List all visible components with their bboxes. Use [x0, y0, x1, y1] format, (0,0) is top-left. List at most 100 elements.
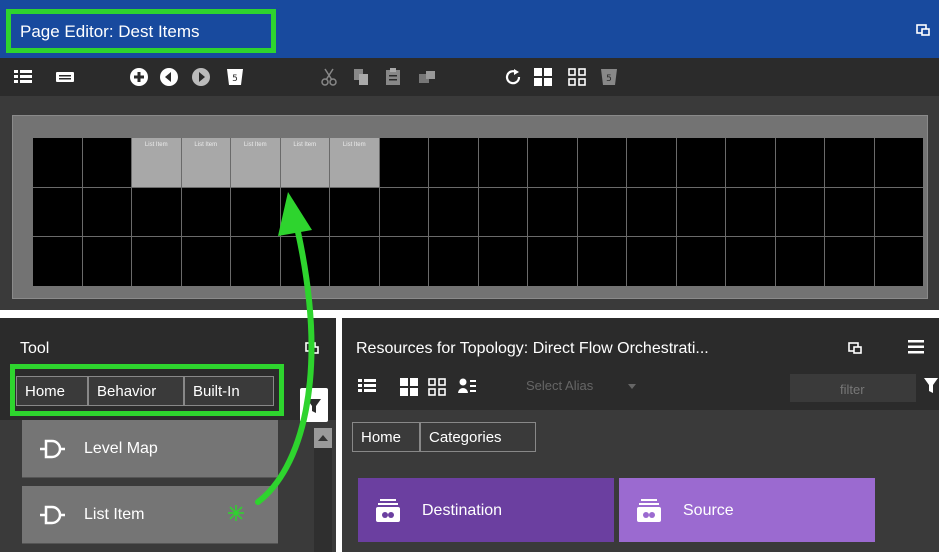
grid-cell[interactable]	[330, 237, 379, 286]
grid-cell[interactable]	[676, 237, 725, 286]
tool-panel: Tool Home Behavior Built-In Level Map Li…	[0, 318, 336, 552]
grid-cell[interactable]	[33, 237, 82, 286]
grid-cell[interactable]	[577, 187, 626, 237]
menu-icon[interactable]	[908, 340, 924, 354]
grid-cell[interactable]	[676, 138, 725, 187]
grid-cell[interactable]	[82, 187, 131, 237]
grid-cell[interactable]	[429, 237, 478, 286]
grid-cell[interactable]	[825, 237, 874, 286]
grid-cell[interactable]	[627, 187, 676, 237]
grid-outline-icon[interactable]	[564, 58, 590, 96]
filter-icon	[307, 399, 321, 413]
grid-cell[interactable]	[280, 237, 329, 286]
grid-outline-icon[interactable]	[428, 378, 446, 396]
grid-cell[interactable]	[676, 187, 725, 237]
grid-cell[interactable]	[429, 138, 478, 187]
grid-cell[interactable]	[528, 237, 577, 286]
list-view-icon[interactable]	[358, 378, 376, 394]
tool-item-level-map[interactable]: Level Map	[22, 420, 278, 478]
grid-cell[interactable]	[627, 237, 676, 286]
grid-cell[interactable]	[577, 237, 626, 286]
script-icon[interactable]: 5	[222, 58, 248, 96]
resources-header: Resources for Topology: Direct Flow Orch…	[342, 318, 939, 364]
move-left-icon[interactable]	[156, 58, 182, 96]
grid-cell[interactable]	[577, 138, 626, 187]
grid-cell-list-item[interactable]: List Item	[231, 138, 280, 187]
paste-icon[interactable]	[380, 58, 406, 96]
alias-select[interactable]: Select Alias	[526, 378, 593, 393]
popout-icon[interactable]	[848, 342, 862, 354]
popout-icon[interactable]	[305, 342, 319, 354]
grid-cell[interactable]	[627, 138, 676, 187]
category-destination[interactable]: Destination	[358, 478, 614, 542]
grid-cell-list-item[interactable]: List Item	[132, 138, 181, 187]
svg-text:5: 5	[606, 74, 612, 84]
tool-header: Tool	[0, 318, 336, 364]
grid-cell-list-item[interactable]: List Item	[280, 138, 329, 187]
breadcrumb-categories[interactable]: Categories	[420, 422, 536, 452]
tool-item-label: List Item	[84, 506, 145, 523]
grid-cell[interactable]	[775, 237, 824, 286]
grid-cell[interactable]	[874, 187, 923, 237]
grid-cell[interactable]	[379, 237, 428, 286]
behavior-icon	[40, 439, 65, 459]
grid-cell[interactable]	[33, 187, 82, 237]
popout-icon[interactable]	[916, 24, 930, 36]
breadcrumb-home[interactable]: Home	[352, 422, 420, 452]
grid-filled-icon[interactable]	[400, 378, 418, 396]
grid-cell[interactable]	[874, 237, 923, 286]
grid-cell[interactable]	[874, 138, 923, 187]
script-disabled-icon[interactable]: 5	[596, 58, 622, 96]
grid-cell[interactable]	[429, 187, 478, 237]
grid-cell[interactable]	[181, 237, 230, 286]
duplicate-icon[interactable]	[414, 58, 440, 96]
add-icon[interactable]	[126, 58, 152, 96]
grid-cell[interactable]	[726, 138, 775, 187]
category-source[interactable]: Source	[619, 478, 875, 542]
resources-toolbar: Select Alias filter	[342, 364, 939, 410]
grid-cell[interactable]	[528, 138, 577, 187]
grid-cell[interactable]	[82, 237, 131, 286]
grid-cell[interactable]	[775, 138, 824, 187]
grid-cell[interactable]	[825, 138, 874, 187]
tool-item-list-item[interactable]: List Item	[22, 486, 278, 544]
grid-cell[interactable]	[379, 138, 428, 187]
grid-cell-list-item[interactable]: List Item	[181, 138, 230, 187]
grid-cell[interactable]	[478, 237, 527, 286]
grid-cell[interactable]	[231, 187, 280, 237]
list-view-icon[interactable]	[10, 58, 36, 96]
screen: Page Editor: Dest Items 5 5 List Item Li…	[0, 0, 939, 552]
editor-title-highlight	[6, 9, 276, 53]
grid-cell[interactable]	[33, 138, 82, 187]
grid-cell[interactable]	[379, 187, 428, 237]
page-canvas[interactable]: List Item List Item List Item List Item …	[12, 115, 928, 299]
copy-icon[interactable]	[348, 58, 374, 96]
grid-cell[interactable]	[726, 187, 775, 237]
scroll-up-button[interactable]	[314, 428, 332, 448]
grid-cell[interactable]	[132, 187, 181, 237]
grid-cell[interactable]	[132, 237, 181, 286]
grid-cell[interactable]	[478, 138, 527, 187]
cut-icon[interactable]	[316, 58, 342, 96]
grid-cell[interactable]	[280, 187, 329, 237]
grid-cell[interactable]	[82, 138, 131, 187]
grid-cell[interactable]	[231, 237, 280, 286]
refresh-icon[interactable]	[500, 58, 526, 96]
page-grid[interactable]: List Item List Item List Item List Item …	[33, 138, 923, 286]
grid-filled-icon[interactable]	[530, 58, 556, 96]
grid-cell[interactable]	[726, 237, 775, 286]
grid-cell[interactable]	[478, 187, 527, 237]
grid-cell[interactable]	[181, 187, 230, 237]
grid-cell[interactable]	[528, 187, 577, 237]
grid-cell[interactable]	[775, 187, 824, 237]
user-alias-icon[interactable]	[458, 378, 476, 394]
move-right-icon[interactable]	[188, 58, 214, 96]
grid-cell[interactable]	[330, 187, 379, 237]
filter-button[interactable]	[300, 388, 328, 422]
panel-splitter[interactable]	[0, 310, 939, 318]
chevron-down-icon[interactable]	[628, 384, 636, 390]
grid-cell[interactable]	[825, 187, 874, 237]
filter-icon[interactable]	[924, 378, 938, 394]
keyboard-icon[interactable]	[52, 58, 78, 96]
grid-cell-list-item[interactable]: List Item	[330, 138, 379, 187]
